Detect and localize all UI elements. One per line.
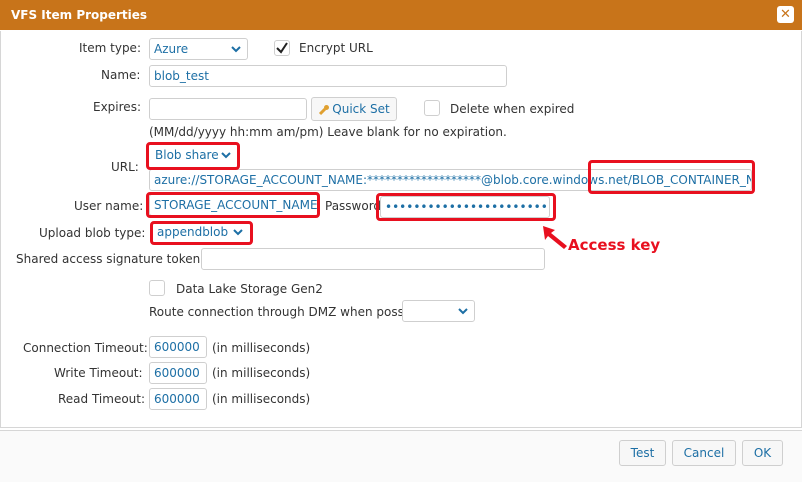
close-icon: ✕ [780,7,791,22]
user-name-label: User name: [74,199,144,213]
dialog-title-bar: VFS Item Properties ✕ [0,0,802,30]
item-type-select[interactable]: Azure [149,38,248,60]
expires-label: Expires: [93,100,141,114]
highlight-user-name [146,192,320,218]
cancel-button[interactable]: Cancel [672,440,736,466]
write-timeout-input[interactable]: 600000 [149,362,207,384]
write-timeout-value: 600000 [154,366,200,380]
dialog-title: VFS Item Properties [11,8,148,22]
route-dmz-select[interactable] [402,300,475,322]
highlight-password [376,193,556,221]
read-timeout-value: 600000 [154,392,200,406]
expires-hint: (MM/dd/yyyy hh:mm am/pm) Leave blank for… [149,125,507,139]
chevron-down-icon [231,46,241,53]
read-timeout-unit: (in milliseconds) [212,392,311,406]
access-key-annotation: Access key [568,236,661,254]
name-label: Name: [101,68,141,82]
data-lake-label: Data Lake Storage Gen2 [176,282,323,296]
expires-input[interactable] [149,98,307,120]
read-timeout-input[interactable]: 600000 [149,388,207,410]
annotation-arrow-icon [543,226,567,249]
url-label: URL: [111,160,139,174]
ok-button[interactable]: OK [742,440,783,466]
checkmark-icon [276,42,288,54]
item-type-value: Azure [154,42,189,56]
chevron-down-icon [458,308,468,315]
delete-when-expired-checkbox[interactable] [424,100,440,116]
password-label: Password [325,199,382,213]
item-type-label: Item type: [79,41,141,55]
write-timeout-label: Write Timeout: [54,366,143,380]
highlight-upload-blob-type [150,221,253,245]
wrench-icon [318,105,329,116]
name-value: blob_test [154,69,209,83]
write-timeout-unit: (in milliseconds) [212,366,311,380]
test-button[interactable]: Test [619,440,666,466]
connection-timeout-input[interactable]: 600000 [149,336,207,358]
read-timeout-label: Read Timeout: [58,392,146,406]
highlight-url-type [146,142,240,170]
sas-token-label: Shared access signature token: [16,252,205,266]
sas-token-input[interactable] [201,248,545,270]
delete-when-expired-label: Delete when expired [450,102,575,116]
connection-timeout-value: 600000 [154,340,200,354]
route-dmz-label: Route connection through DMZ when possib… [149,305,430,319]
close-button[interactable]: ✕ [777,6,794,23]
data-lake-checkbox[interactable] [149,280,165,296]
encrypt-url-label: Encrypt URL [299,41,373,55]
connection-timeout-unit: (in milliseconds) [212,341,311,355]
highlight-container-name [588,160,755,194]
encrypt-url-checkbox[interactable] [274,40,290,56]
name-input[interactable]: blob_test [149,65,507,87]
quick-set-button[interactable]: Quick Set [311,97,397,121]
connection-timeout-label: Connection Timeout: [23,341,148,355]
quick-set-label: Quick Set [332,102,390,116]
upload-blob-type-label: Upload blob type: [39,226,146,240]
